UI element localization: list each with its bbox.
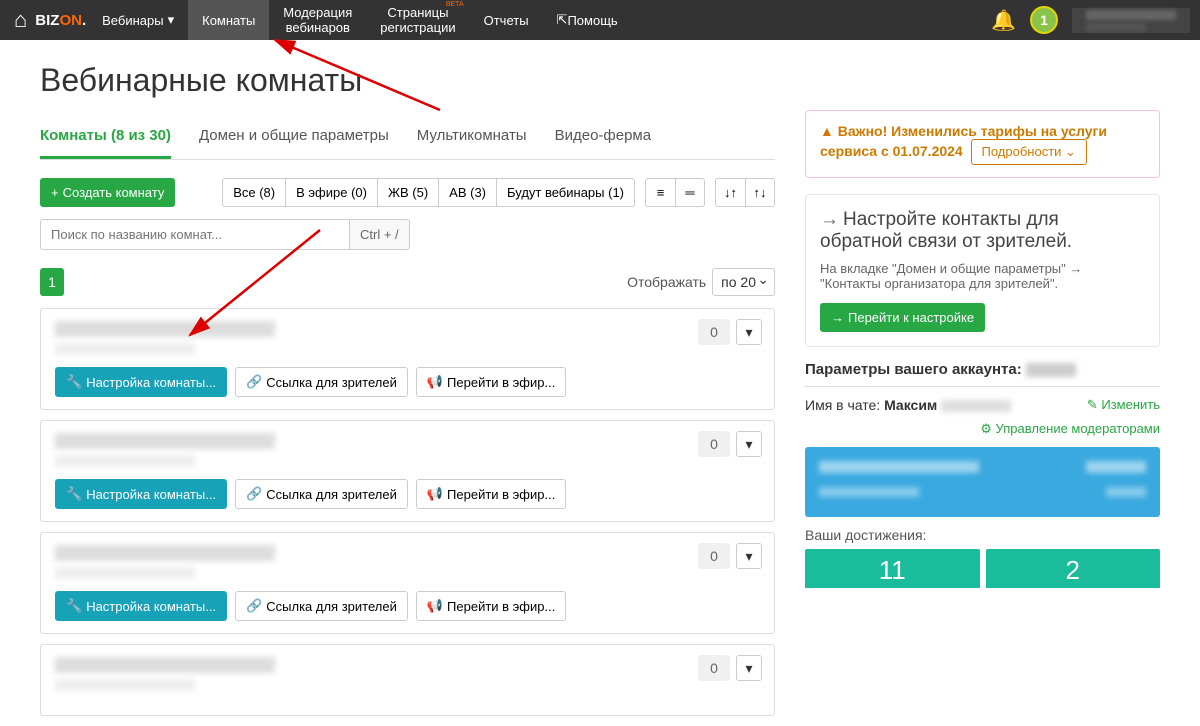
room-settings-button[interactable]: 🔧 Настройка комнаты... xyxy=(55,367,227,397)
room-settings-button[interactable]: 🔧 Настройка комнаты... xyxy=(55,591,227,621)
room-title-blur xyxy=(55,545,275,561)
room-menu-button[interactable]: ▾ xyxy=(736,319,762,345)
tariff-alert: ▲ Важно! Изменились тарифы на услуги сер… xyxy=(805,110,1160,178)
achievement-1: 11 xyxy=(805,549,980,588)
filter-group: Все (8) В эфире (0) ЖВ (5) АВ (3) Будут … xyxy=(222,178,635,207)
link-icon: 🔗 xyxy=(246,374,262,390)
room-sub-blur xyxy=(55,567,195,579)
room-card: 0▾ 🔧 Настройка комнаты... 🔗 Ссылка для з… xyxy=(40,420,775,522)
achievements-label: Ваши достижения: xyxy=(805,527,1160,543)
tab-domain[interactable]: Домен и общие параметры xyxy=(199,117,389,159)
warning-icon: ▲ xyxy=(820,123,834,139)
chat-name-row: ✎ Изменить Имя в чате: Максим xyxy=(805,397,1160,413)
view-list-icon[interactable]: ≡ xyxy=(645,178,675,207)
room-card: 0▾ xyxy=(40,644,775,716)
megaphone-icon: 📢 xyxy=(427,374,443,390)
pencil-icon: ✎ xyxy=(1087,397,1098,412)
megaphone-icon: 📢 xyxy=(427,486,443,502)
page-1[interactable]: 1 xyxy=(40,268,64,296)
room-sub-blur xyxy=(55,455,195,467)
account-header: Параметры вашего аккаунта: xyxy=(805,361,1160,387)
viewer-count: 0 xyxy=(698,655,730,681)
manage-moderators-link[interactable]: ⚙ Управление модераторами xyxy=(805,421,1160,437)
user-menu[interactable] xyxy=(1072,8,1190,33)
filter-jv[interactable]: ЖВ (5) xyxy=(377,178,438,207)
nav-webinars[interactable]: Вебинары ▾ xyxy=(88,0,188,40)
room-menu-button[interactable]: ▾ xyxy=(736,655,762,681)
go-live-button[interactable]: 📢 Перейти в эфир... xyxy=(416,479,567,509)
room-card: 0▾ 🔧 Настройка комнаты... 🔗 Ссылка для з… xyxy=(40,532,775,634)
room-title-blur xyxy=(55,321,275,337)
tab-video[interactable]: Видео-ферма xyxy=(555,117,652,159)
room-settings-button[interactable]: 🔧 Настройка комнаты... xyxy=(55,479,227,509)
filter-upcoming[interactable]: Будут вебинары (1) xyxy=(496,178,635,207)
brand-logo[interactable]: BIZON. xyxy=(35,12,86,29)
wrench-icon: 🔧 xyxy=(66,486,82,502)
home-icon[interactable]: ⌂ xyxy=(14,7,27,33)
filter-av[interactable]: АВ (3) xyxy=(438,178,496,207)
nav-rooms[interactable]: Комнаты xyxy=(188,0,269,40)
room-card: 0▾ 🔧 Настройка комнаты... 🔗 Ссылка для з… xyxy=(40,308,775,410)
viewer-count: 0 xyxy=(698,431,730,457)
display-select[interactable]: по 20 xyxy=(712,268,775,296)
go-live-button[interactable]: 📢 Перейти в эфир... xyxy=(416,367,567,397)
link-icon: 🔗 xyxy=(246,486,262,502)
viewer-count: 0 xyxy=(698,543,730,569)
caret-down-icon: ▾ xyxy=(168,12,175,28)
tariff-details-button[interactable]: Подробности ⌄ xyxy=(971,139,1087,165)
viewer-link-button[interactable]: 🔗 Ссылка для зрителей xyxy=(235,591,408,621)
room-menu-button[interactable]: ▾ xyxy=(736,543,762,569)
gear-icon: ⚙ xyxy=(980,421,992,436)
achievement-2: 2 xyxy=(986,549,1161,588)
page-title: Вебинарные комнаты xyxy=(40,62,775,99)
viewer-link-button[interactable]: 🔗 Ссылка для зрителей xyxy=(235,367,408,397)
nav-moderation[interactable]: Модерациявебинаров xyxy=(269,0,366,40)
room-sub-blur xyxy=(55,343,195,355)
megaphone-icon: 📢 xyxy=(427,598,443,614)
sort-desc-icon[interactable]: ↑↓ xyxy=(745,178,775,207)
tab-multi[interactable]: Мультикомнаты xyxy=(417,117,527,159)
go-live-button[interactable]: 📢 Перейти в эфир... xyxy=(416,591,567,621)
avatar[interactable]: 1 xyxy=(1030,6,1058,34)
viewer-link-button[interactable]: 🔗 Ссылка для зрителей xyxy=(235,479,408,509)
account-panel: Параметры вашего аккаунта: ✎ Изменить Им… xyxy=(805,361,1160,588)
contacts-panel: →Настройте контакты для обратной связи о… xyxy=(805,194,1160,347)
wrench-icon: 🔧 xyxy=(66,374,82,390)
link-icon: 🔗 xyxy=(246,598,262,614)
search-shortcut: Ctrl + / xyxy=(350,219,410,250)
room-sub-blur xyxy=(55,679,195,691)
plus-icon: + xyxy=(51,185,59,200)
filter-live[interactable]: В эфире (0) xyxy=(285,178,377,207)
wrench-icon: 🔧 xyxy=(66,598,82,614)
bell-icon[interactable]: 🔔 xyxy=(991,8,1016,33)
nav-help[interactable]: ⇱ Помощь xyxy=(543,0,632,40)
create-room-button[interactable]: + Создать комнату xyxy=(40,178,175,207)
display-label: Отображать xyxy=(627,274,706,290)
tabs: Комнаты (8 из 30) Домен и общие параметр… xyxy=(40,117,775,160)
nav-reports[interactable]: Отчеты xyxy=(470,0,543,40)
view-compact-icon[interactable]: ═ xyxy=(675,178,705,207)
chevron-down-icon: ⌄ xyxy=(1065,144,1076,159)
nav-pages[interactable]: BETAСтраницырегистрации xyxy=(366,0,469,40)
tab-rooms[interactable]: Комнаты (8 из 30) xyxy=(40,117,171,159)
room-menu-button[interactable]: ▾ xyxy=(736,431,762,457)
external-link-icon: ⇱ xyxy=(557,12,568,28)
stats-box xyxy=(805,447,1160,517)
arrow-right-icon: → xyxy=(820,209,839,230)
edit-link[interactable]: ✎ Изменить xyxy=(1087,397,1160,413)
top-nav: ⌂ BIZON. Вебинары ▾ Комнаты Модерациявеб… xyxy=(0,0,1200,40)
viewer-count: 0 xyxy=(698,319,730,345)
filter-all[interactable]: Все (8) xyxy=(222,178,285,207)
sort-asc-icon[interactable]: ↓↑ xyxy=(715,178,745,207)
room-title-blur xyxy=(55,657,275,673)
search-input[interactable] xyxy=(40,219,350,250)
room-title-blur xyxy=(55,433,275,449)
go-to-settings-button[interactable]: → Перейти к настройке xyxy=(820,303,985,332)
arrow-right-icon: → xyxy=(831,310,844,325)
